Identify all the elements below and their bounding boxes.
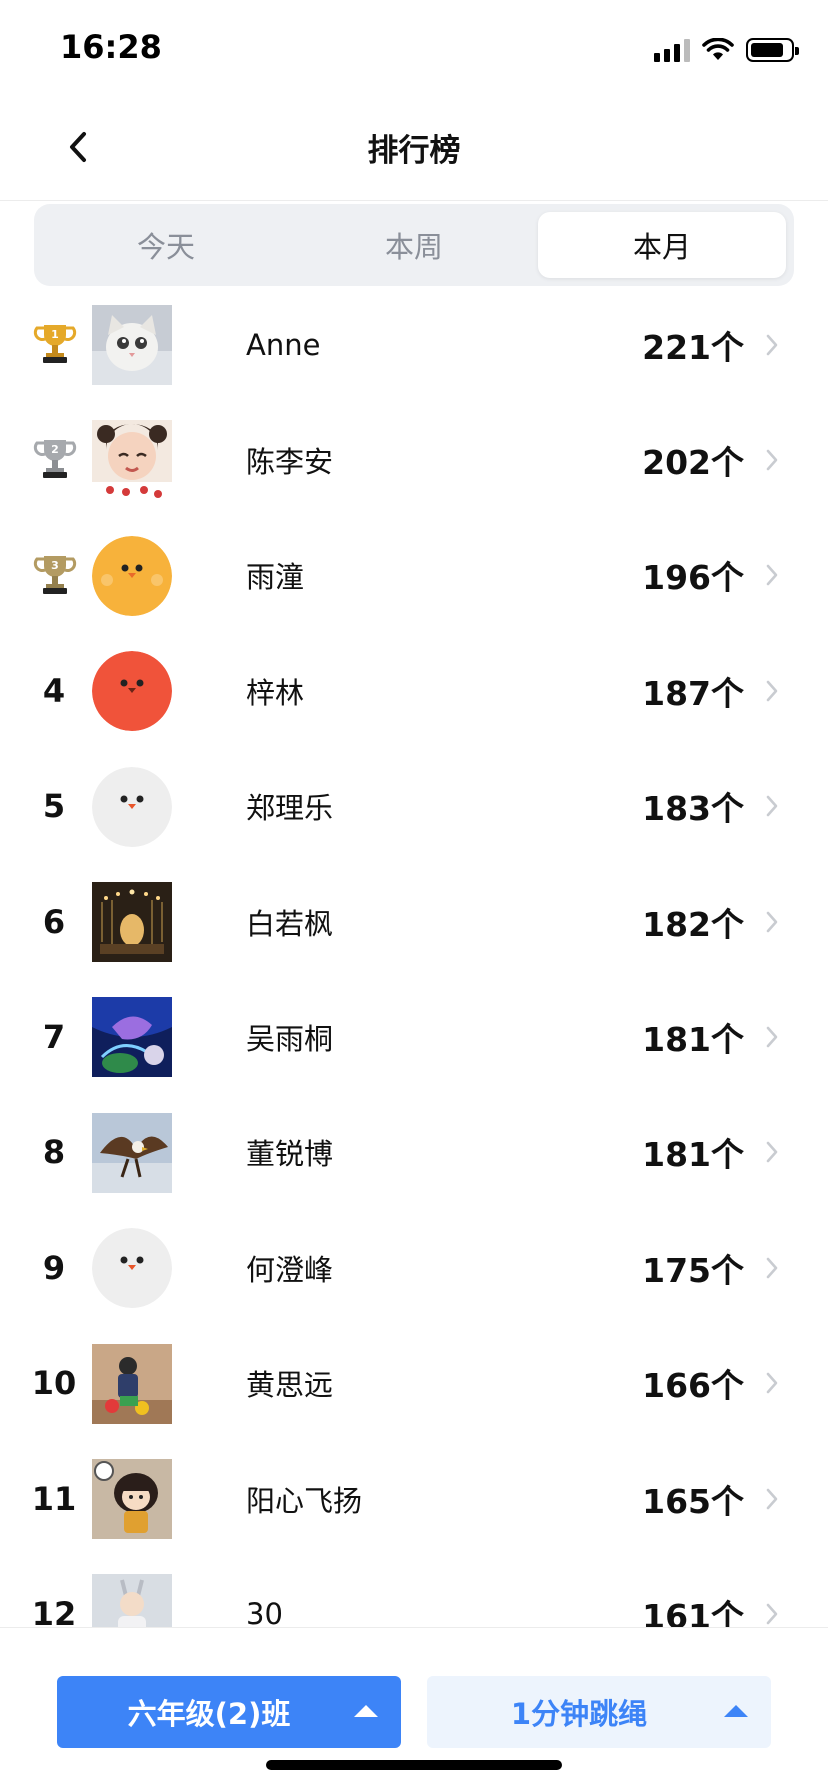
ranking-row[interactable]: 8 董锐博 181个: [0, 1095, 828, 1210]
chevron-right-icon: [766, 680, 778, 702]
avatar: [92, 420, 172, 501]
rank-number: 6: [42, 902, 66, 941]
home-indicator: [266, 1760, 562, 1770]
class-selector-button[interactable]: 六年级(2)班: [57, 1676, 401, 1748]
user-name: 30: [246, 1596, 283, 1627]
user-name: 梓林: [246, 675, 305, 710]
jump-count: 181个: [642, 1135, 744, 1175]
chevron-right-icon: [766, 911, 778, 932]
avatar: [92, 305, 172, 385]
jump-count: 221个: [642, 327, 744, 367]
class-selector-label: 六年级(2)班: [127, 1697, 291, 1731]
user-name: 郑理乐: [246, 791, 334, 826]
chevron-right-icon: [766, 1026, 778, 1048]
chevron-right-icon: [766, 1603, 778, 1625]
chevron-right-icon: [766, 1372, 778, 1394]
ranking-row[interactable]: 3 雨潼 196个: [0, 518, 828, 633]
rank-number: 10: [31, 1364, 77, 1403]
sport-selector-label: 1分钟跳绳: [510, 1697, 648, 1731]
tab-this-month[interactable]: 本月: [538, 212, 786, 278]
rank-number: 5: [42, 787, 66, 826]
silver-trophy-icon: 2: [33, 440, 77, 479]
sport-selector-button[interactable]: 1分钟跳绳: [427, 1676, 771, 1748]
chevron-right-icon: [766, 795, 778, 817]
ranking-row[interactable]: 1 Anne 221个: [0, 287, 828, 402]
jump-count: 161个: [642, 1596, 744, 1627]
user-name: 雨潼: [246, 560, 305, 595]
chevron-right-icon: [766, 449, 778, 471]
nav-bar: 排行榜: [0, 95, 828, 201]
jump-count: 166个: [642, 1366, 744, 1406]
ranking-row[interactable]: 2 陈李安 202个: [0, 402, 828, 517]
jump-count: 181个: [642, 1020, 744, 1060]
chevron-right-icon: [766, 1142, 778, 1163]
ranking-row[interactable]: 6 白若枫 182个: [0, 864, 828, 979]
avatar: [92, 997, 172, 1078]
status-time: 16:28: [60, 28, 162, 66]
status-icons: [654, 36, 799, 64]
ranking-row[interactable]: 5 郑理乐 183个: [0, 749, 828, 864]
ranking-list: 1 Anne 221个 2 陈李安 202个 3 雨潼 196个 4 梓林 18…: [0, 287, 828, 1627]
user-name: 陈李安: [246, 445, 334, 480]
ranking-row[interactable]: 9 何澄峰 175个: [0, 1210, 828, 1325]
avatar: [92, 1343, 172, 1424]
gold-trophy-icon: 1: [33, 325, 77, 363]
ranking-row[interactable]: 11 阳心飞扬 165个: [0, 1441, 828, 1556]
period-segmented-control: 今天 本周 本月: [34, 204, 794, 286]
tab-this-week[interactable]: 本周: [290, 212, 538, 278]
avatar: [92, 1112, 172, 1193]
caret-up-icon: [354, 1705, 378, 1717]
jump-count: 183个: [642, 789, 744, 829]
jump-count: 175个: [642, 1250, 744, 1290]
svg-text:1: 1: [51, 328, 59, 341]
avatar: [92, 1458, 172, 1539]
caret-up-icon: [724, 1705, 748, 1717]
page-title: 排行榜: [367, 133, 461, 169]
chevron-right-icon: [766, 1257, 778, 1279]
rank-number: 7: [42, 1018, 66, 1057]
rank-number: 9: [42, 1248, 66, 1287]
jump-count: 182个: [642, 904, 744, 944]
ranking-row[interactable]: 7 吴雨桐 181个: [0, 979, 828, 1094]
avatar: [92, 1574, 172, 1627]
tab-today[interactable]: 今天: [42, 212, 290, 278]
jump-count: 187个: [642, 673, 744, 713]
rank-number: 8: [42, 1133, 66, 1172]
jump-count: 202个: [642, 443, 744, 483]
rank-number: 4: [42, 671, 66, 710]
bronze-trophy-icon: 3: [33, 555, 77, 594]
avatar: [92, 766, 172, 847]
user-name: 白若枫: [246, 906, 334, 941]
jump-count: 196个: [642, 558, 744, 598]
user-name: Anne: [246, 327, 321, 362]
svg-text:3: 3: [51, 559, 59, 572]
avatar: [92, 1228, 172, 1309]
rank-number: 12: [31, 1594, 77, 1627]
avatar: [92, 535, 172, 616]
rank-number: 11: [31, 1479, 77, 1518]
user-name: 何澄峰: [246, 1252, 334, 1287]
status-bar: 16:28: [0, 0, 828, 95]
cellular-signal-icon: [654, 38, 690, 62]
wifi-icon: [702, 38, 734, 60]
user-name: 吴雨桐: [246, 1022, 334, 1057]
chevron-right-icon: [766, 334, 778, 355]
avatar: [92, 881, 172, 962]
user-name: 阳心飞扬: [246, 1483, 363, 1518]
user-name: 董锐博: [246, 1137, 334, 1172]
ranking-row[interactable]: 12 30 161个: [0, 1556, 828, 1627]
chevron-right-icon: [766, 565, 778, 586]
svg-text:2: 2: [51, 443, 59, 456]
avatar: [92, 651, 172, 732]
chevron-right-icon: [766, 1488, 778, 1509]
jump-count: 165个: [642, 1481, 744, 1521]
user-name: 黄思远: [246, 1368, 334, 1403]
ranking-row[interactable]: 4 梓林 187个: [0, 633, 828, 748]
battery-icon: [746, 38, 799, 62]
ranking-row[interactable]: 10 黄思远 166个: [0, 1326, 828, 1441]
